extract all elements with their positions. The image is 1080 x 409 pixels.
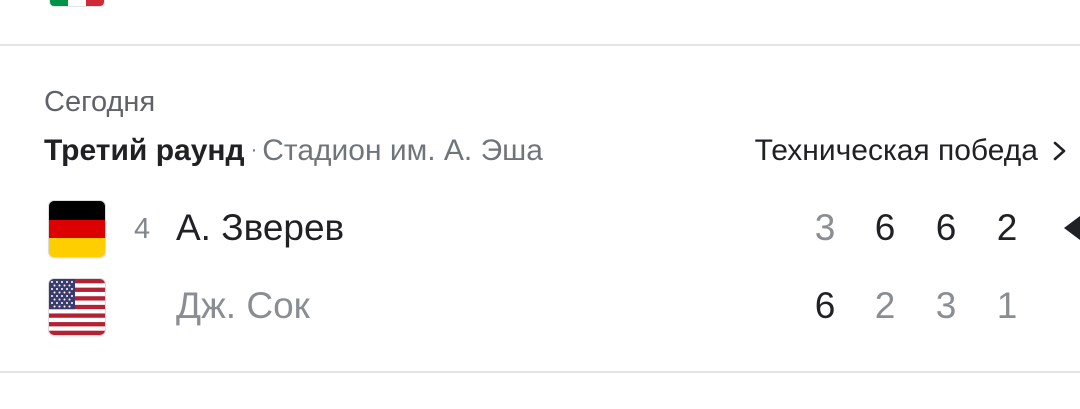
winner-arrow-icon [1064, 216, 1080, 240]
set-score: 6 [874, 207, 896, 248]
match-list: Сегодня Третий раунд · Стадион им. А. Эша … [0, 0, 1080, 409]
venue-name: Стадион им. А. Эша [262, 134, 543, 167]
player-seed: 4 [134, 213, 151, 245]
set-score: 3 [814, 207, 836, 248]
usa-flag-icon [49, 279, 105, 335]
divider [0, 371, 1080, 373]
set-score: 2 [874, 285, 896, 326]
set-score: 1 [996, 285, 1018, 326]
player-row-winner: 4 А. Зверев 3 6 6 2 [0, 198, 1080, 258]
player-name: Дж. Сок [176, 285, 310, 326]
player-row-loser: Дж. Сок 6 2 3 1 [0, 276, 1080, 336]
chevron-right-icon [1053, 141, 1066, 161]
set-score: 6 [935, 207, 957, 248]
divider [0, 44, 1080, 46]
set-score: 6 [814, 285, 836, 326]
match-info: Третий раунд · Стадион им. А. Эша [44, 132, 543, 173]
result-label: Техническая победа [754, 134, 1038, 167]
round-name: Третий раунд [44, 134, 245, 167]
set-score: 3 [935, 285, 957, 326]
italy-flag-icon [50, 0, 104, 6]
set-score: 2 [996, 207, 1018, 248]
separator: · [250, 139, 258, 161]
germany-flag-icon [49, 201, 105, 257]
match-date: Сегодня [44, 86, 156, 118]
player-name: А. Зверев [176, 207, 345, 248]
match-result-link[interactable]: Техническая победа [755, 132, 1070, 170]
